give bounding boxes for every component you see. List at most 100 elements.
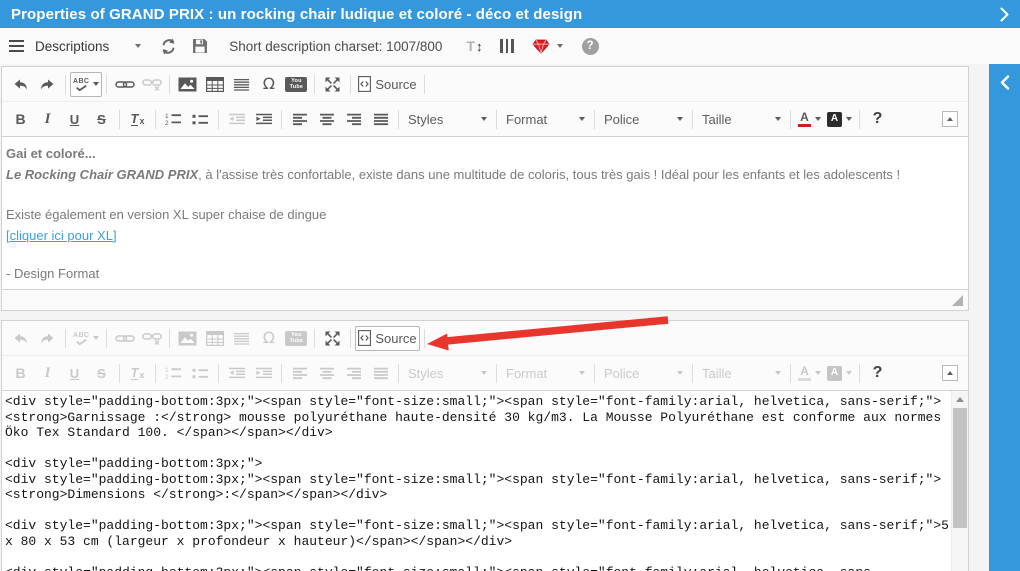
chevron-down-icon	[815, 117, 821, 121]
chevron-left-icon	[1000, 75, 1009, 90]
maximize-button[interactable]	[319, 72, 346, 97]
resize-grip-icon[interactable]	[952, 295, 963, 306]
link-button[interactable]	[111, 72, 138, 97]
horizontal-rule-button	[228, 326, 255, 351]
maximize-button[interactable]	[319, 326, 346, 351]
bold-button[interactable]: B	[7, 107, 34, 132]
chevron-down-icon	[815, 371, 821, 375]
source-line: <strong>Dimensions </strong>:</span></sp…	[5, 487, 388, 502]
italic-button[interactable]: I	[34, 107, 61, 132]
police-label: Police	[604, 365, 640, 381]
toolbar-separator	[594, 109, 595, 129]
text-resize-button[interactable]: T ↕	[466, 38, 482, 54]
toolbar-separator	[692, 109, 693, 129]
chevron-down-icon	[677, 371, 683, 375]
gem-button[interactable]	[532, 39, 550, 54]
indent-icon	[255, 113, 273, 126]
source-code-area[interactable]: <div style="padding-bottom:3px;"><span s…	[2, 391, 968, 571]
undo-button[interactable]	[7, 72, 34, 97]
save-button[interactable]	[192, 38, 208, 54]
chevron-right-icon[interactable]	[1000, 7, 1009, 22]
collapse-toolbar-button[interactable]	[936, 107, 963, 132]
redo-icon	[39, 77, 56, 92]
bulleted-list-button[interactable]	[187, 107, 214, 132]
help-button[interactable]: ?	[581, 37, 599, 55]
italic-icon: I	[44, 364, 51, 381]
numbered-list-button[interactable]: 12	[160, 107, 187, 132]
youtube-button[interactable]: You Tube	[282, 72, 310, 97]
remove-format-icon: Tx	[130, 111, 145, 126]
styles-dropdown[interactable]: Styles	[403, 107, 492, 132]
collapse-toolbar-button[interactable]	[936, 361, 963, 386]
spellcheck-button[interactable]: ABC	[70, 71, 103, 97]
source-line: x 80 x 53 cm (largeur x profondeur x hau…	[5, 533, 513, 549]
source-line	[5, 503, 948, 519]
scrollbar[interactable]	[951, 391, 968, 571]
format-dropdown[interactable]: Format	[501, 107, 590, 132]
collapsed-side-panel[interactable]	[989, 64, 1020, 571]
about-button[interactable]: ?	[864, 361, 891, 386]
source-line	[5, 549, 948, 565]
source-button[interactable]: Source	[355, 325, 420, 351]
bg-color-button[interactable]: A	[824, 107, 855, 132]
module-toolbar: Descriptions Short description charset: …	[0, 28, 1020, 64]
paragraph-product: Le Rocking Chair GRAND PRIX, à l'assise …	[6, 167, 901, 182]
source-button[interactable]: Source	[355, 72, 419, 97]
align-justify-button[interactable]	[367, 107, 394, 132]
underline-button[interactable]: U	[61, 107, 88, 132]
source-label: Source	[375, 76, 417, 92]
refresh-button[interactable]	[160, 38, 177, 55]
toolbar-separator	[790, 109, 791, 129]
undo-icon	[12, 331, 29, 346]
align-center-button[interactable]	[313, 107, 340, 132]
help-icon: ?	[872, 364, 883, 381]
outdent-button	[223, 361, 250, 386]
image-icon	[178, 331, 197, 346]
text-color-button[interactable]: A	[795, 107, 824, 132]
chevron-down-icon	[775, 371, 781, 375]
redo-button	[34, 326, 61, 351]
bg-color-button: A	[824, 361, 855, 386]
outdent-icon	[228, 367, 246, 380]
special-char-button: Ω	[255, 326, 282, 351]
descriptions-dropdown[interactable]: Descriptions	[35, 39, 142, 54]
scroll-up-button[interactable]	[952, 391, 968, 407]
menu-icon[interactable]	[9, 40, 24, 52]
redo-button[interactable]	[34, 72, 61, 97]
chevron-down-icon	[775, 117, 781, 121]
taille-dropdown[interactable]: Taille	[697, 107, 786, 132]
columns-button[interactable]	[498, 39, 515, 53]
table-button[interactable]	[201, 72, 228, 97]
horizontal-rule-button[interactable]	[228, 72, 255, 97]
strike-button[interactable]: S	[88, 107, 115, 132]
toolbar-separator	[423, 328, 425, 348]
special-char-button[interactable]: Ω	[255, 72, 282, 97]
align-right-icon	[346, 367, 362, 380]
toolbar-separator	[169, 74, 171, 94]
xl-link[interactable]: [cliquer ici pour XL]	[6, 228, 117, 243]
chevron-down-icon	[93, 82, 100, 86]
gem-icon	[532, 39, 550, 54]
remove-format-button[interactable]: Tx	[124, 107, 151, 132]
scrollbar-thumb[interactable]	[953, 408, 967, 528]
toolbar-separator	[859, 363, 860, 383]
numbered-list-icon: 12	[165, 112, 182, 126]
bg-color-icon: A	[827, 111, 842, 127]
youtube-icon: You Tube	[285, 76, 308, 92]
gem-dropdown-caret[interactable]	[556, 44, 563, 48]
link-button	[111, 326, 138, 351]
align-left-button[interactable]	[286, 107, 313, 132]
save-icon	[193, 39, 208, 53]
toolbar-separator	[281, 109, 282, 129]
editor1-toolbar: ABC Ω You Tube Source B I U S Tx 1 2 Styles Format Pol…	[2, 67, 968, 137]
source-icon	[358, 76, 372, 92]
image-button[interactable]	[174, 72, 201, 97]
align-right-button[interactable]	[340, 107, 367, 132]
svg-text:2: 2	[165, 374, 169, 380]
toolbar-separator	[119, 109, 120, 129]
indent-button[interactable]	[250, 107, 277, 132]
police-dropdown[interactable]: Police	[599, 107, 688, 132]
maximize-icon	[324, 330, 341, 347]
rich-text-area[interactable]: Gai et coloré... Le Rocking Chair GRAND …	[2, 137, 968, 289]
about-button[interactable]: ?	[864, 107, 891, 132]
